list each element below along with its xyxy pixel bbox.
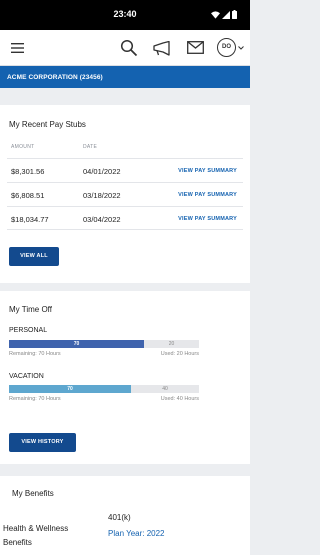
time-off-used: Used: 20 Hours — [160, 351, 199, 357]
mail-icon[interactable] — [187, 41, 204, 54]
table-row: $8,301.56 04/01/2022 VIEW PAY SUMMARY — [7, 158, 243, 182]
company-bar[interactable]: ACME CORPORATION (23456) — [0, 66, 250, 88]
view-pay-summary-link[interactable]: VIEW PAY SUMMARY — [178, 168, 237, 174]
benefit-plan-name: 401(k) — [108, 513, 131, 522]
app-header: DO — [0, 30, 250, 66]
benefit-plan-year[interactable]: Plan Year: 2022 — [108, 529, 165, 538]
signal-icon — [222, 10, 230, 19]
time-off-bar: 70 20 — [9, 340, 199, 348]
pay-amount: $8,301.56 — [11, 167, 45, 176]
avatar[interactable]: DO — [217, 38, 236, 57]
time-off-remaining: Remaining: 70 Hours — [9, 351, 61, 357]
pay-amount: $18,034.77 — [11, 215, 49, 224]
benefits-card: My Benefits 401(k) Health & Wellness Pla… — [0, 476, 250, 555]
card-title: My Time Off — [9, 305, 52, 314]
time-off-used-value: 70 — [73, 341, 80, 347]
avatar-initials: DO — [222, 44, 231, 50]
time-off-used-value: 70 — [67, 386, 73, 392]
time-off-used: Used: 40 Hours — [160, 396, 199, 402]
benefit-category-line-2: Benefits — [3, 538, 32, 547]
time-off-remaining: Remaining: 70 Hours — [9, 396, 61, 402]
megaphone-icon[interactable] — [153, 41, 171, 56]
menu-icon[interactable] — [11, 43, 24, 53]
benefit-category: Health & Wellness — [3, 524, 69, 533]
time-off-label: PERSONAL — [9, 327, 48, 334]
time-off-label: VACATION — [9, 373, 44, 380]
status-bar: 23:40 — [0, 0, 250, 30]
search-icon[interactable] — [120, 39, 138, 57]
table-row: $18,034.77 03/04/2022 VIEW PAY SUMMARY — [7, 206, 243, 230]
view-pay-summary-link[interactable]: VIEW PAY SUMMARY — [178, 216, 237, 222]
view-pay-summary-link[interactable]: VIEW PAY SUMMARY — [178, 192, 237, 198]
card-title: My Recent Pay Stubs — [9, 120, 86, 129]
time-off-bar: 70 40 — [9, 385, 199, 393]
view-history-button[interactable]: VIEW HISTORY — [9, 433, 76, 452]
wifi-icon — [211, 10, 220, 19]
pay-amount: $6,808.51 — [11, 191, 45, 200]
column-header-amount: AMOUNT — [11, 144, 35, 150]
company-name: ACME CORPORATION (23456) — [7, 74, 103, 81]
pay-date: 03/04/2022 — [83, 215, 121, 224]
view-all-button[interactable]: VIEW ALL — [9, 247, 59, 266]
chevron-down-icon[interactable] — [238, 46, 244, 50]
card-title: My Benefits — [12, 489, 54, 498]
time-off-remaining-value: 40 — [162, 386, 168, 392]
battery-icon — [232, 10, 237, 19]
time-off-remaining-value: 20 — [168, 341, 175, 347]
pay-date: 04/01/2022 — [83, 167, 121, 176]
time-off-card: My Time Off PERSONAL 70 20 Remaining: 70… — [0, 291, 250, 464]
column-header-date: DATE — [83, 144, 98, 150]
pay-stubs-card: My Recent Pay Stubs AMOUNT DATE $8,301.5… — [0, 105, 250, 283]
pay-date: 03/18/2022 — [83, 191, 121, 200]
table-row: $6,808.51 03/18/2022 VIEW PAY SUMMARY — [7, 182, 243, 206]
